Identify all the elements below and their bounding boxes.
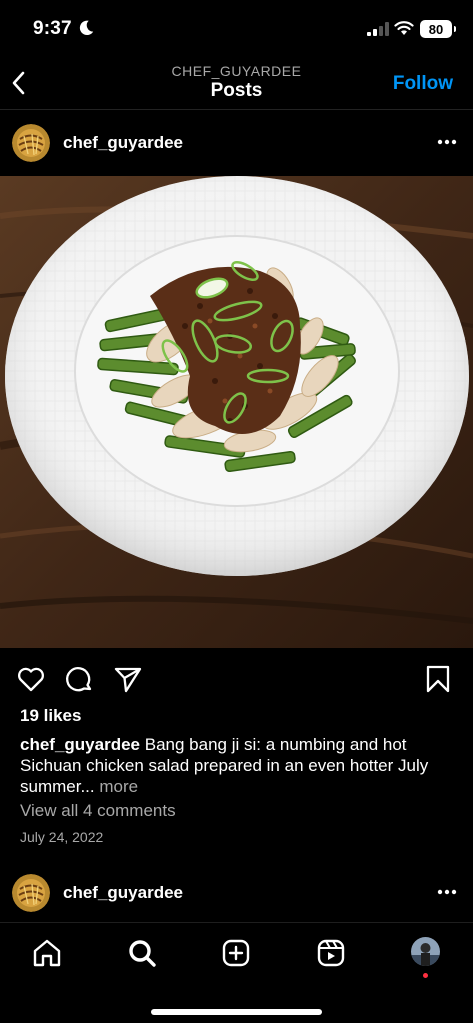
notification-dot — [423, 973, 428, 978]
cellular-signal-icon — [367, 22, 389, 36]
avatar[interactable] — [12, 124, 50, 162]
reels-icon[interactable] — [315, 937, 347, 969]
post-header: chef_guyardee — [0, 118, 473, 168]
bottom-tab-bar — [0, 922, 473, 1023]
home-icon[interactable] — [31, 937, 63, 969]
more-options-icon[interactable] — [437, 889, 457, 895]
status-bar: 9:37 80 — [0, 0, 473, 60]
like-heart-icon[interactable] — [16, 664, 46, 694]
status-time: 9:37 — [33, 18, 72, 39]
view-comments-link[interactable]: View all 4 comments — [20, 801, 176, 821]
post-date: July 24, 2022 — [20, 829, 104, 845]
more-options-icon[interactable] — [437, 139, 457, 145]
wifi-icon — [394, 21, 414, 35]
caption-username[interactable]: chef_guyardee — [20, 735, 140, 754]
next-post-username[interactable]: chef_guyardee — [63, 883, 183, 903]
nav-header: CHEF_GUYARDEE Posts Follow — [0, 60, 473, 110]
share-paper-plane-icon[interactable] — [113, 664, 143, 694]
avatar[interactable] — [12, 874, 50, 912]
comment-bubble-icon[interactable] — [65, 664, 95, 694]
follow-button[interactable]: Follow — [393, 73, 453, 95]
next-post-header: chef_guyardee — [0, 868, 473, 918]
post-caption: chef_guyardee Bang bang ji si: a numbing… — [20, 734, 460, 797]
post-actions — [0, 660, 473, 700]
profile-avatar[interactable] — [411, 937, 440, 966]
create-post-icon[interactable] — [220, 937, 252, 969]
home-indicator — [151, 1009, 322, 1015]
post-username[interactable]: chef_guyardee — [63, 133, 183, 153]
battery-level: 80 — [428, 21, 444, 37]
battery-indicator: 80 — [420, 20, 456, 38]
search-icon[interactable] — [126, 937, 158, 969]
post-image[interactable] — [0, 176, 473, 648]
save-bookmark-icon[interactable] — [423, 664, 453, 694]
likes-count[interactable]: 19 likes — [20, 706, 81, 726]
do-not-disturb-moon-icon — [79, 20, 94, 36]
caption-more-link[interactable]: more — [99, 777, 138, 796]
